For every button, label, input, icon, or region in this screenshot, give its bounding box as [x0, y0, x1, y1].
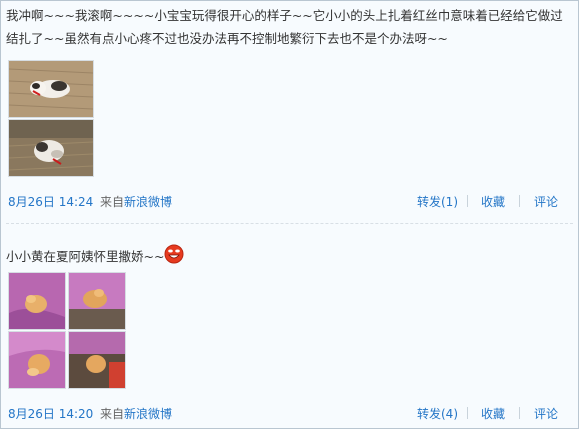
source-label: 来自	[100, 407, 125, 421]
source-label: 来自	[100, 195, 125, 209]
divider	[467, 195, 468, 207]
source-link[interactable]: 新浪微博	[124, 193, 172, 210]
post-text-content: 小小黄在夏阿姨怀里撒娇~~	[6, 249, 165, 264]
post-footer: 8月26日 14:24 来自 新浪微博 转发(1) 收藏 评论	[1, 191, 578, 211]
repost-button[interactable]: 转发(4)	[417, 405, 458, 422]
comment-button[interactable]: 评论	[534, 405, 558, 422]
divider	[519, 407, 520, 419]
comment-button[interactable]: 评论	[534, 193, 558, 210]
divider	[519, 195, 520, 207]
post-photo-1[interactable]	[8, 272, 66, 330]
weibo-feed: 我冲啊~~~我滚啊~~~~小宝宝玩得很开心的样子~~它小小的头上扎着红丝巾意味着…	[0, 0, 579, 429]
post-photo-2[interactable]	[8, 119, 94, 177]
laughing-face-icon	[164, 244, 184, 264]
divider	[467, 407, 468, 419]
post-text: 我冲啊~~~我滚啊~~~~小宝宝玩得很开心的样子~~它小小的头上扎着红丝巾意味着…	[6, 8, 563, 46]
favorite-button[interactable]: 收藏	[481, 405, 505, 422]
post-divider	[6, 223, 573, 225]
post-photo-3[interactable]	[8, 331, 66, 389]
post-photo-2[interactable]	[68, 272, 126, 330]
post-photo-1[interactable]	[8, 60, 94, 118]
post-time[interactable]: 8月26日 14:24	[8, 193, 93, 210]
post-photo-4[interactable]	[68, 331, 126, 389]
favorite-button[interactable]: 收藏	[481, 193, 505, 210]
post-footer: 8月26日 14:20 来自 新浪微博 转发(4) 收藏 评论	[1, 403, 578, 423]
repost-button[interactable]: 转发(1)	[417, 193, 458, 210]
source-link[interactable]: 新浪微博	[124, 405, 172, 422]
post-time[interactable]: 8月26日 14:20	[8, 405, 93, 422]
post-text: 小小黄在夏阿姨怀里撒娇~~	[6, 244, 571, 268]
